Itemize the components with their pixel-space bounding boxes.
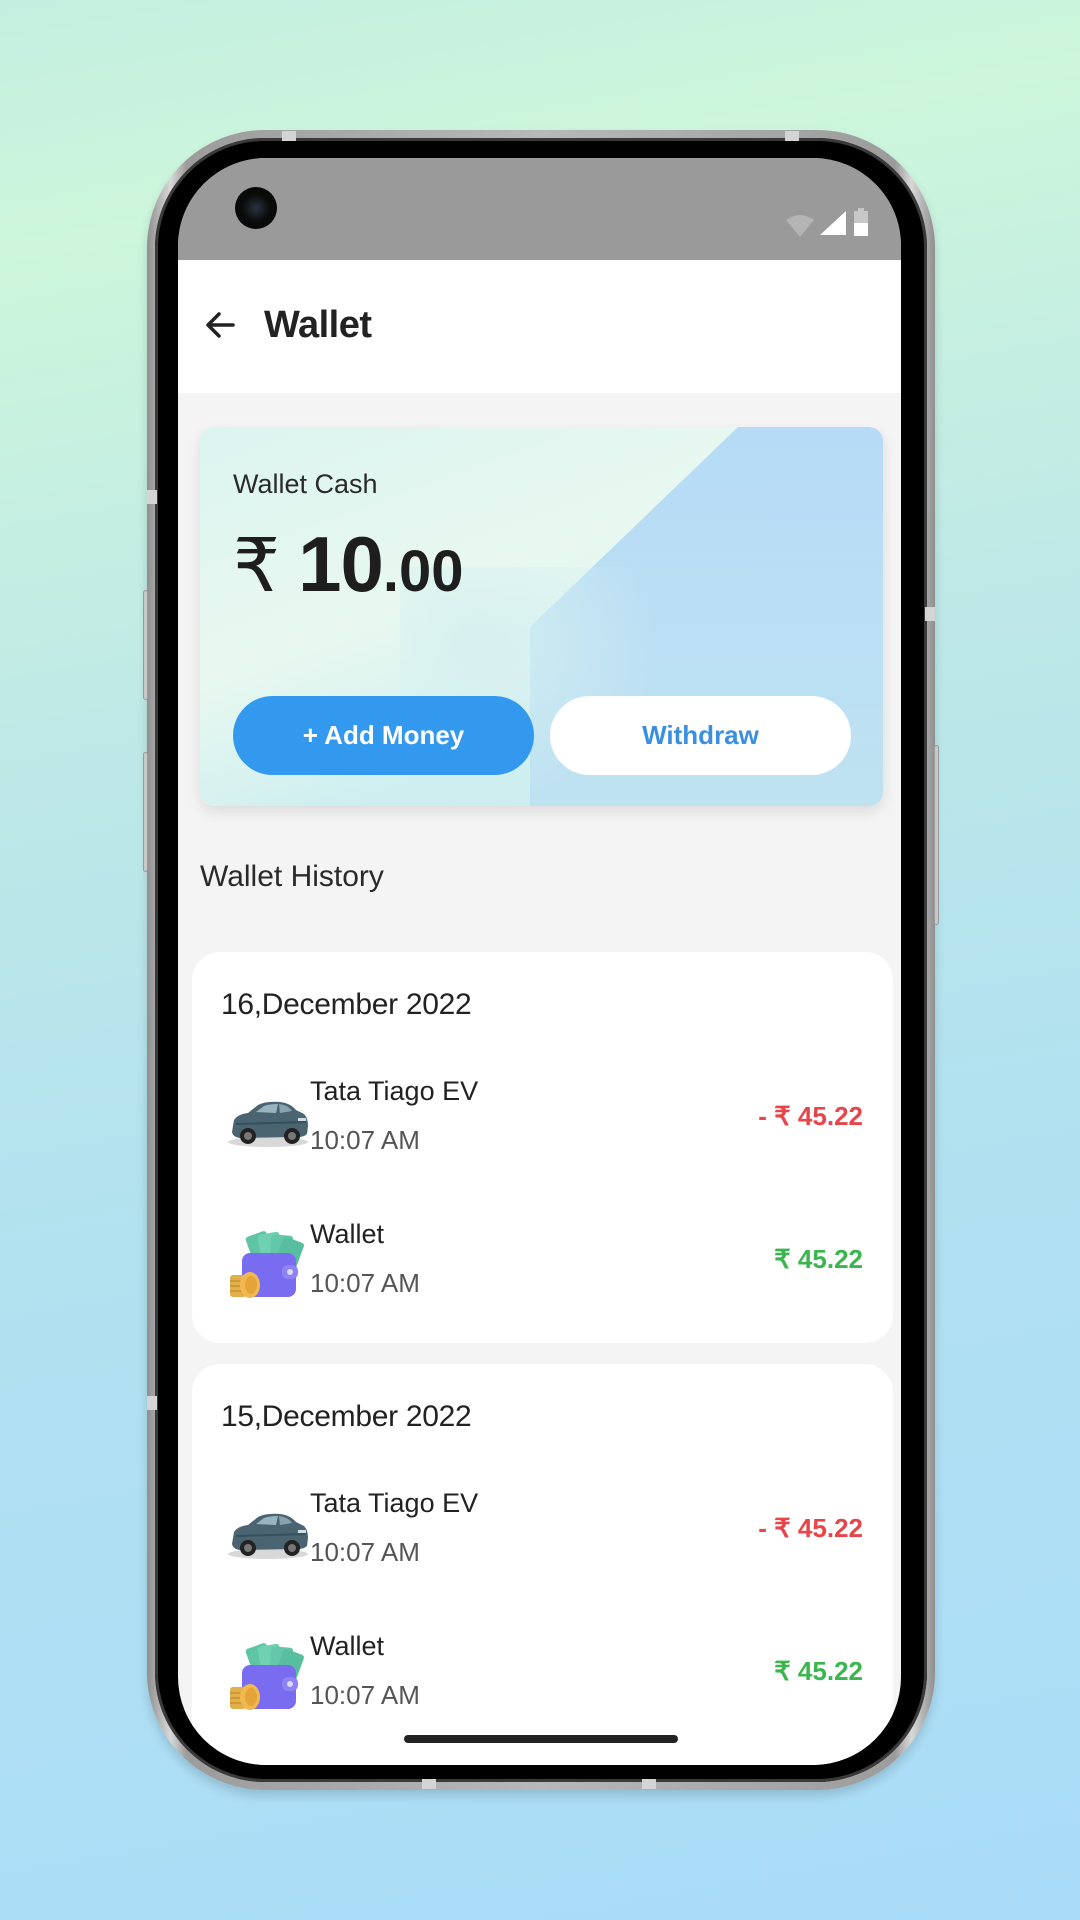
front-camera	[235, 187, 277, 229]
balance-decimal: .00	[382, 539, 464, 604]
wallet-balance: ₹ 10 .00	[233, 519, 464, 610]
history-date: 15,December 2022	[221, 1400, 472, 1433]
page-title: Wallet	[264, 304, 372, 346]
transaction-time: 10:07 AM	[310, 1125, 420, 1155]
history-date: 16,December 2022	[221, 988, 472, 1021]
history-day-group: 15,December 2022 Tata Tiago EV 10:07 AM …	[192, 1364, 893, 1765]
antenna-band	[642, 1779, 656, 1789]
wifi-icon	[785, 214, 814, 237]
wallet-balance-card: Wallet Cash ₹ 10 .00 + Add Money Withdra…	[200, 427, 883, 806]
transaction-row[interactable]: Wallet 10:07 AM ₹ 45.22	[192, 1631, 893, 1731]
car-icon	[226, 1086, 312, 1158]
cellular-signal-icon	[819, 210, 847, 236]
power-button	[934, 745, 939, 925]
withdraw-button[interactable]: Withdraw	[550, 696, 851, 775]
car-icon	[226, 1498, 312, 1570]
transaction-name: Tata Tiago EV	[310, 1488, 479, 1518]
status-bar	[178, 158, 901, 260]
transaction-name: Wallet	[310, 1219, 385, 1249]
volume-up-button	[143, 590, 148, 700]
status-icons	[785, 208, 869, 237]
rupee-symbol: ₹	[233, 524, 281, 607]
home-indicator[interactable]	[404, 1735, 678, 1743]
app-header: Wallet	[178, 260, 901, 393]
antenna-band	[147, 1396, 157, 1410]
antenna-band	[422, 1779, 436, 1789]
transaction-name: Wallet	[310, 1631, 385, 1661]
transaction-time: 10:07 AM	[310, 1268, 420, 1298]
transaction-amount: ₹ 45.22	[774, 1244, 863, 1274]
transaction-row[interactable]: Tata Tiago EV 10:07 AM - ₹ 45.22	[192, 1076, 893, 1176]
transaction-name: Tata Tiago EV	[310, 1076, 479, 1106]
wallet-icon	[226, 1229, 312, 1301]
transaction-amount: - ₹ 45.22	[758, 1513, 863, 1543]
phone-screen: Wallet Wallet Cash ₹ 10 .00 + Add Money …	[178, 158, 901, 1765]
transaction-amount: - ₹ 45.22	[758, 1101, 863, 1131]
arrow-left-icon	[205, 311, 235, 344]
antenna-band	[925, 607, 935, 621]
wallet-cash-label: Wallet Cash	[233, 469, 378, 499]
volume-down-button	[143, 752, 148, 872]
transaction-row[interactable]: Tata Tiago EV 10:07 AM - ₹ 45.22	[192, 1488, 893, 1588]
balance-integer: 10	[298, 520, 384, 608]
antenna-band	[147, 490, 157, 504]
wallet-icon	[226, 1641, 312, 1713]
battery-icon	[853, 208, 869, 236]
antenna-band	[282, 131, 296, 141]
antenna-band	[785, 131, 799, 141]
add-money-button[interactable]: + Add Money	[233, 696, 534, 775]
transaction-row[interactable]: Wallet 10:07 AM ₹ 45.22	[192, 1219, 893, 1319]
transaction-amount: ₹ 45.22	[774, 1656, 863, 1686]
transaction-time: 10:07 AM	[310, 1537, 420, 1567]
history-day-group: 16,December 2022 Tata Tiago EV 10:07 AM …	[192, 952, 893, 1343]
transaction-time: 10:07 AM	[310, 1680, 420, 1710]
back-button[interactable]	[202, 310, 238, 344]
wallet-history-heading: Wallet History	[200, 860, 384, 893]
